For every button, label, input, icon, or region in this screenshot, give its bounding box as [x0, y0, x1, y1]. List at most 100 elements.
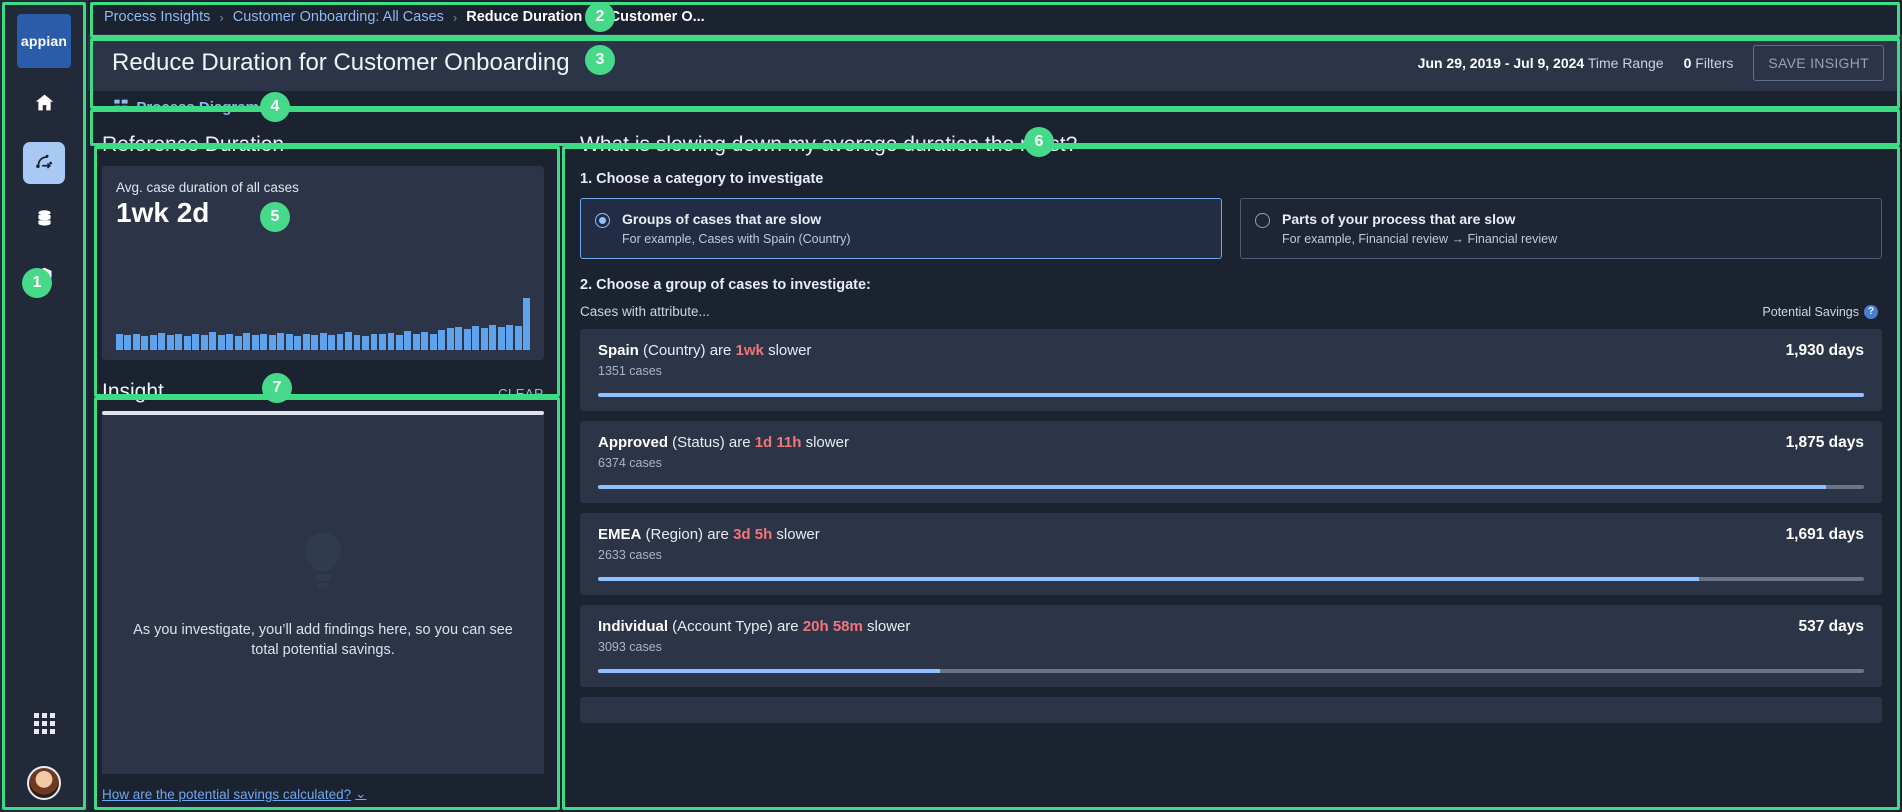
category-option-groups-of-cases[interactable]: Groups of cases that are slow For exampl… — [580, 198, 1222, 259]
sparkline-bar — [243, 333, 251, 350]
result-slower-word: slower — [862, 618, 911, 635]
save-insight-button[interactable]: SAVE INSIGHT — [1753, 44, 1884, 81]
potential-savings-label: Potential Savings — [1762, 304, 1859, 319]
category-option-title: Groups of cases that are slow — [622, 211, 822, 227]
result-savings-bar-track — [598, 485, 1864, 489]
result-attribute: (Country) are — [638, 342, 736, 359]
sparkline-bar — [523, 298, 531, 350]
apps-grid-button[interactable] — [23, 702, 65, 744]
time-range-control[interactable]: Jun 29, 2019 - Jul 9, 2024 Time Range — [1418, 55, 1664, 71]
reference-duration-card: Avg. case duration of all cases 1wk 2d — [102, 166, 544, 360]
sparkline-bar — [353, 334, 361, 350]
result-savings-bar-track — [598, 669, 1864, 673]
breadcrumb-item-1[interactable]: Customer Onboarding: All Cases — [233, 9, 444, 25]
result-attribute: (Status) are — [668, 434, 755, 451]
sparkline-bar — [285, 334, 293, 350]
annotation-badge-7: 7 — [262, 373, 292, 403]
result-savings-bar-track — [598, 393, 1864, 397]
sparkline-bar — [362, 335, 369, 350]
sparkline-bar — [455, 326, 463, 350]
sparkline-bar — [336, 334, 344, 350]
annotation-badge-4: 4 — [260, 92, 290, 122]
filters-label: Filters — [1695, 54, 1734, 71]
database-icon — [34, 208, 55, 234]
result-row[interactable]: Approved (Status) are 1d 11h slower 1,875… — [580, 421, 1882, 503]
help-icon[interactable]: ? — [1864, 304, 1878, 319]
right-column: What is slowing down my average duration… — [558, 123, 1902, 812]
result-row-header: Spain (Country) are 1wk slower 1,930 days — [598, 342, 1864, 360]
result-case-count: 1351 cases — [598, 364, 662, 378]
result-row-title: Spain (Country) are 1wk slower — [598, 342, 811, 359]
insight-empty-text: As you investigate, you’ll add findings … — [133, 622, 513, 658]
sidebar-item-data[interactable] — [23, 200, 65, 242]
result-row-title: EMEA (Region) are 3d 5h slower — [598, 526, 820, 543]
sparkline-bar — [395, 334, 403, 350]
sparkline-bar — [463, 328, 471, 350]
result-row-header: Approved (Status) are 1d 11h slower 1,875… — [598, 434, 1864, 452]
sparkline-bar — [183, 335, 191, 350]
process-diagram-toggle[interactable]: › Process Diagram — [88, 91, 1902, 123]
sparkline-bar — [158, 332, 166, 350]
attribute-selector-label[interactable]: Cases with attribute... — [580, 304, 710, 319]
sidebar-item-process-insights[interactable] — [23, 142, 65, 184]
sidebar-item-home[interactable] — [23, 84, 65, 126]
breadcrumb-separator: › — [219, 9, 224, 25]
sparkline-bar — [116, 334, 123, 350]
potential-savings-help-link[interactable]: How are the potential savings calculated… — [102, 786, 544, 802]
result-entity: Approved — [598, 434, 669, 451]
filters-control[interactable]: 0 Filters — [1684, 55, 1734, 71]
result-entity: EMEA — [598, 526, 642, 543]
breadcrumb: Process Insights › Customer Onboarding: … — [88, 0, 1902, 34]
sparkline-bar — [234, 336, 242, 350]
sparkline-bar — [209, 332, 217, 350]
avatar[interactable] — [27, 766, 61, 800]
logo-text: appian — [20, 33, 68, 49]
sparkline-bar — [251, 334, 259, 350]
lightbulb-icon — [296, 529, 350, 595]
clear-insight-button[interactable]: CLEAR — [498, 386, 544, 404]
sparkline-bar — [497, 327, 505, 350]
sparkline-bar — [429, 334, 437, 350]
rail-bottom-group — [23, 686, 65, 800]
sparkline-bar — [277, 332, 285, 350]
reference-card-value: 1wk 2d — [116, 197, 210, 228]
duration-sparkline-chart — [116, 298, 531, 350]
result-delta: 1wk — [735, 342, 764, 359]
result-row-partial[interactable] — [580, 697, 1882, 723]
result-slower-word: slower — [763, 342, 812, 359]
sparkline-bar — [379, 334, 386, 350]
category-option-parts-of-process[interactable]: Parts of your process that are slow For … — [1240, 198, 1882, 259]
annotation-badge-1: 1 — [22, 268, 52, 298]
sparkline-bar — [192, 333, 200, 350]
appian-logo[interactable]: appian — [17, 14, 71, 68]
result-row-header: Individual (Account Type) are 20h 58m sl… — [598, 618, 1864, 636]
radio-icon-selected[interactable] — [595, 213, 610, 228]
chevron-right-icon: › — [102, 99, 107, 115]
sparkline-bar — [217, 335, 225, 350]
radio-icon-unselected[interactable] — [1255, 213, 1270, 228]
time-range-value: Jun 29, 2019 - Jul 9, 2024 — [1417, 54, 1585, 71]
result-row-title: Individual (Account Type) are 20h 58m sl… — [598, 618, 910, 635]
result-row[interactable]: EMEA (Region) are 3d 5h slower 1,691 days… — [580, 513, 1882, 595]
result-savings-bar-fill — [598, 669, 940, 673]
breadcrumb-item-0[interactable]: Process Insights — [104, 9, 210, 25]
result-row[interactable]: Spain (Country) are 1wk slower 1,930 days… — [580, 329, 1882, 411]
main-split: Reference Duration Avg. case duration of… — [88, 123, 1902, 812]
sparkline-bar — [226, 334, 234, 350]
sparkline-bar — [514, 326, 522, 350]
result-days: 1,875 days — [1785, 434, 1864, 451]
sparkline-bar — [175, 334, 183, 350]
result-row[interactable]: Individual (Account Type) are 20h 58m sl… — [580, 605, 1882, 687]
result-case-count: 6374 cases — [598, 456, 662, 470]
potential-savings-label-group: Potential Savings ? — [1762, 304, 1878, 319]
app-root: appian Process Insights › Customer Onboa… — [0, 0, 1902, 812]
result-days: 537 days — [1798, 618, 1865, 635]
result-row-title: Approved (Status) are 1d 11h slower — [598, 434, 849, 451]
result-entity: Spain — [598, 342, 639, 359]
sparkline-bar — [268, 335, 276, 350]
results-subheader: Cases with attribute... Potential Saving… — [580, 304, 1878, 319]
category-option-example: For example, Financial review → Financia… — [1282, 232, 1558, 246]
sparkline-bar — [480, 327, 488, 350]
sparkline-bar — [438, 330, 446, 350]
sparkline-bar — [472, 326, 480, 350]
